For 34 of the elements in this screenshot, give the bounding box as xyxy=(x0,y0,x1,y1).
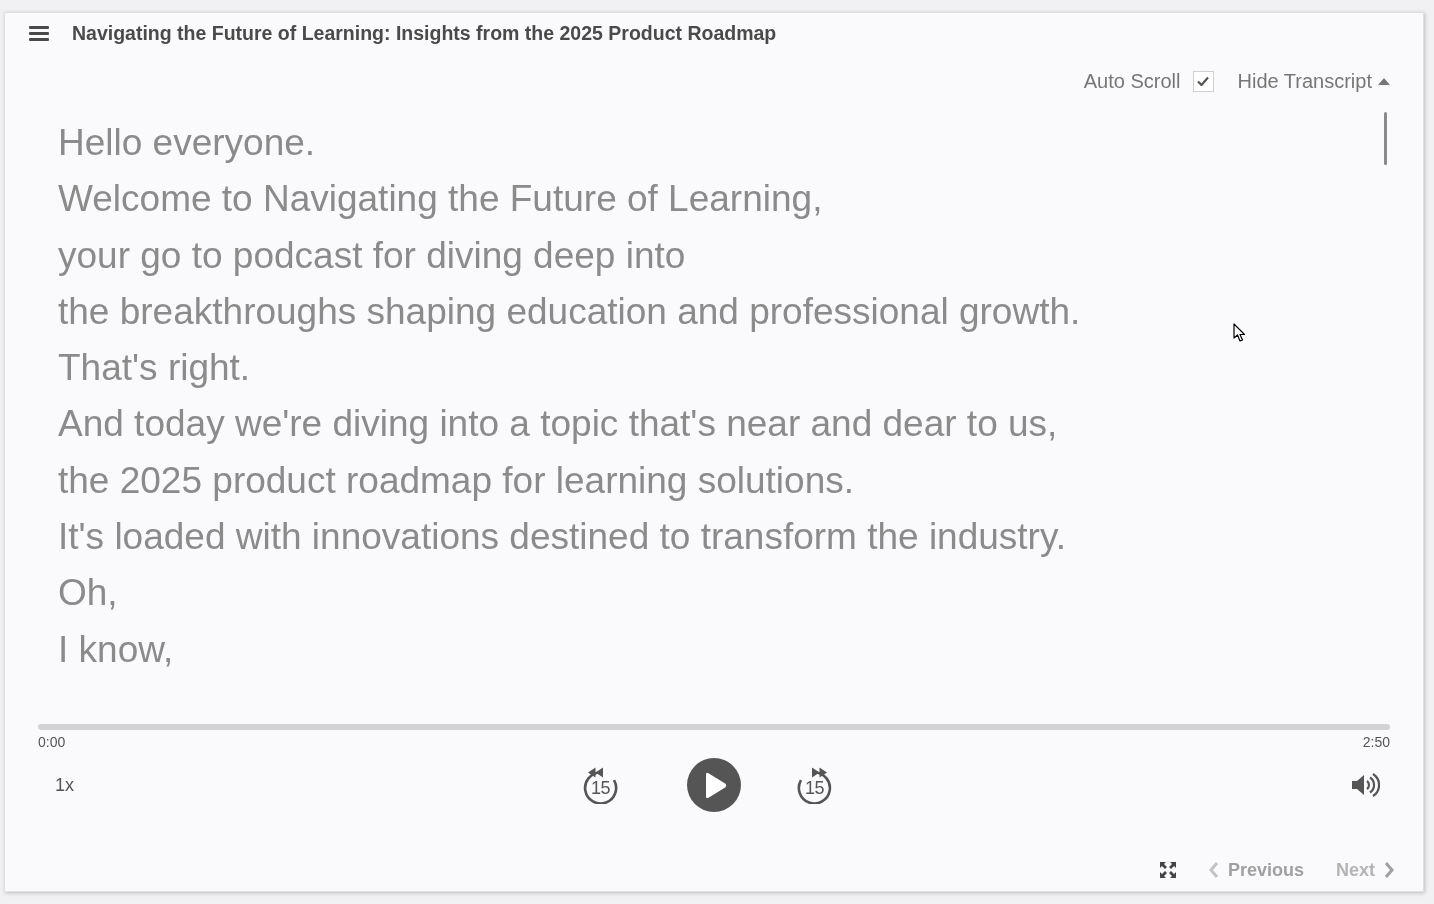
transcript-line: Oh, xyxy=(58,571,118,616)
previous-button[interactable]: Previous xyxy=(1208,859,1304,881)
chevron-right-icon xyxy=(1384,862,1394,878)
pointer-icon xyxy=(1233,323,1246,343)
transcript-line: And today we're diving into a topic that's near and dear to us, xyxy=(58,402,1058,447)
play-icon xyxy=(705,771,727,799)
progress-track[interactable] xyxy=(38,724,1390,730)
auto-scroll-label[interactable]: Auto Scroll xyxy=(1083,69,1181,93)
chevron-left-icon xyxy=(1208,862,1219,878)
fast-forward-icon xyxy=(796,766,833,804)
menu-icon[interactable] xyxy=(29,26,49,41)
scrollbar-thumb[interactable] xyxy=(1384,112,1387,165)
total-duration: 2:50 xyxy=(1362,734,1390,750)
fullscreen-icon[interactable] xyxy=(1159,862,1176,878)
transcript-line: the breakthroughs shaping education and professional growth. xyxy=(58,289,1081,334)
skip-forward-button[interactable]: 15 xyxy=(796,766,833,804)
volume-icon[interactable] xyxy=(1352,772,1380,798)
transcript-line: your go to podcast for diving deep into xyxy=(58,233,686,278)
transcript-line: Welcome to Navigating the Future of Learning, xyxy=(58,177,823,222)
play-button[interactable] xyxy=(687,758,741,812)
caret-up-icon xyxy=(1378,77,1390,85)
hide-transcript-button[interactable]: Hide Transcript xyxy=(1237,69,1390,93)
transcript-line: That's right. xyxy=(58,346,251,391)
playback-speed-button[interactable]: 1x xyxy=(55,774,74,796)
course-title: Navigating the Future of Learning: Insights from the 2025 Product Roadmap xyxy=(72,22,777,45)
transcript-line: the 2025 product roadmap for learning solutions. xyxy=(58,458,854,503)
checkmark-icon xyxy=(1197,76,1209,86)
rewind-icon xyxy=(582,766,619,804)
transcript-line: Hello everyone. xyxy=(58,121,316,165)
transcript-line: It's loaded with innovations destined to transform the industry. xyxy=(58,515,1066,560)
elapsed-time: 0:00 xyxy=(38,734,66,750)
skip-back-button[interactable]: 15 xyxy=(582,766,619,804)
transcript-line: I know, xyxy=(58,627,174,672)
auto-scroll-checkbox[interactable] xyxy=(1192,70,1214,92)
